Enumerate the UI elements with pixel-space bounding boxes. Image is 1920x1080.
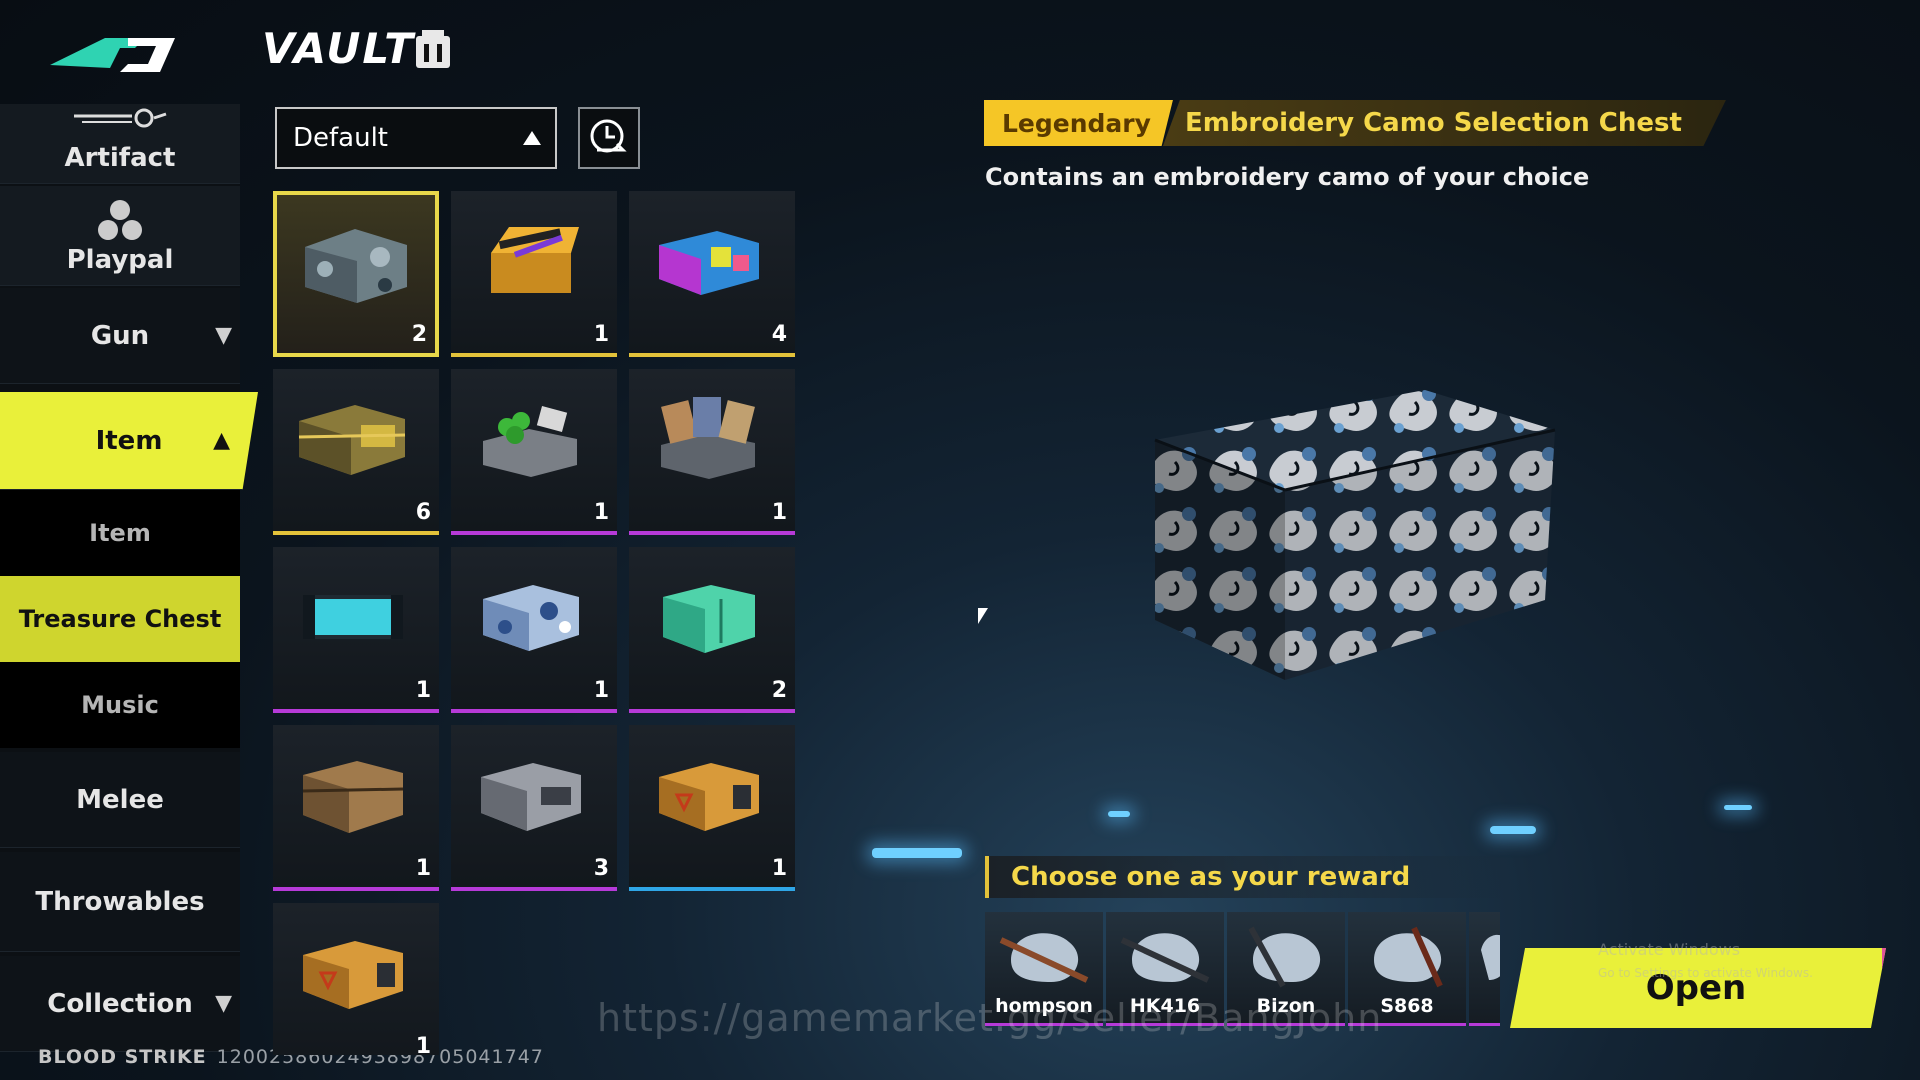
grid-item[interactable]: 1 xyxy=(451,191,617,357)
sidebar-subitem-item[interactable]: Item xyxy=(0,490,240,576)
item-quantity: 2 xyxy=(771,678,787,703)
rarity-tag: Legendary xyxy=(984,100,1173,146)
item-quantity: 1 xyxy=(415,1034,431,1055)
item-quantity: 1 xyxy=(415,678,431,703)
sidebar-label: Playpal xyxy=(66,245,174,275)
floor-light xyxy=(1490,826,1536,834)
sort-dropdown[interactable]: Default xyxy=(275,107,557,169)
sidebar-item-gun[interactable]: Gun ▼ xyxy=(0,288,240,384)
sidebar-label: Collection xyxy=(47,988,193,1019)
sidebar-sublabel: Item xyxy=(89,519,151,547)
grid-item[interactable]: 1 xyxy=(629,369,795,535)
sidebar-item-melee[interactable]: Melee xyxy=(0,752,240,848)
sidebar-item-playpal[interactable]: Playpal xyxy=(0,186,240,286)
sidebar-label: Throwables xyxy=(35,886,205,917)
teal-chest-icon xyxy=(663,585,755,653)
caret-up-icon xyxy=(523,131,541,145)
floor-light xyxy=(1108,811,1130,817)
item-grid: 2 1 4 6 1 1 1 1 2 1 3 1 1 xyxy=(273,191,798,1055)
sidebar-label: Item xyxy=(95,425,163,456)
card-chest-icon xyxy=(661,397,755,479)
camo-gun-icon xyxy=(1248,926,1321,988)
open-button[interactable]: Open xyxy=(1510,948,1886,1028)
item-quantity: 1 xyxy=(593,322,609,347)
orange-chest-icon xyxy=(659,763,759,831)
sidebar-item-collection[interactable]: Collection ▼ xyxy=(0,956,240,1052)
grid-item[interactable]: 1 xyxy=(451,547,617,713)
sidebar-label: Melee xyxy=(76,784,164,815)
weapon-crate-icon xyxy=(491,227,579,293)
grid-item[interactable]: 2 xyxy=(629,547,795,713)
mouse-cursor-icon xyxy=(978,608,988,624)
grid-item[interactable]: 3 xyxy=(451,725,617,891)
artifact-icon xyxy=(74,108,167,128)
item-quantity: 1 xyxy=(593,500,609,525)
playpal-icon xyxy=(98,200,142,240)
grid-item[interactable]: 1 xyxy=(451,369,617,535)
activate-windows-sub: Go to Settings to activate Windows. xyxy=(1598,966,1813,980)
grid-item[interactable]: 1 xyxy=(273,903,439,1055)
chevron-down-icon: ▼ xyxy=(215,991,232,1016)
silver-chest-icon xyxy=(481,763,581,831)
grid-item[interactable]: 1 xyxy=(629,725,795,891)
game-name: BLOOD STRIKE xyxy=(38,1046,207,1068)
chevron-up-icon: ▲ xyxy=(213,428,230,453)
item-quantity: 1 xyxy=(593,678,609,703)
sidebar-subitem-treasure-chest[interactable]: Treasure Chest xyxy=(0,576,240,662)
page-title: VAULT xyxy=(262,24,415,73)
item-description: Contains an embroidery camo of your choi… xyxy=(985,163,1590,191)
item-quantity: 1 xyxy=(771,500,787,525)
neon-chest-icon xyxy=(659,231,759,295)
gold-chest-icon xyxy=(298,405,406,475)
chest-preview-image[interactable] xyxy=(1145,380,1565,700)
grid-item[interactable]: 2 xyxy=(273,191,439,357)
sidebar-sublabel: Music xyxy=(81,691,159,719)
reward-option[interactable] xyxy=(1469,912,1500,1026)
sidebar-item-throwables[interactable]: Throwables xyxy=(0,852,240,952)
blue-camo-chest-icon xyxy=(483,585,579,651)
item-quantity: 3 xyxy=(593,856,609,881)
blood-strike-logo-icon[interactable] xyxy=(50,30,175,75)
cyan-chest-icon xyxy=(303,595,403,639)
chevron-down-icon: ▼ xyxy=(215,323,232,348)
item-quantity: 6 xyxy=(415,500,431,525)
activate-windows-title: Activate Windows xyxy=(1598,940,1741,959)
bronze-chest-icon xyxy=(302,761,404,833)
sidebar-item-item[interactable]: Item ▲ xyxy=(0,392,258,490)
camo-gun-icon xyxy=(1120,933,1210,983)
grid-item[interactable]: 1 xyxy=(273,725,439,891)
floor-light xyxy=(1724,805,1752,810)
camo-chest-icon xyxy=(305,229,407,303)
history-button[interactable] xyxy=(578,107,640,169)
clover-chest-icon xyxy=(483,405,577,477)
sidebar-sublabel: Treasure Chest xyxy=(18,605,222,633)
item-quantity: 2 xyxy=(411,322,427,347)
grid-item[interactable]: 4 xyxy=(629,191,795,357)
reward-section-title: Choose one as your reward xyxy=(985,856,1505,898)
sidebar-subitem-music[interactable]: Music xyxy=(0,662,240,748)
rarity-banner: Legendary Embroidery Camo Selection Ches… xyxy=(984,100,1726,146)
camo-gun-icon xyxy=(999,933,1089,983)
vault-box-icon xyxy=(416,30,450,68)
top-bar: VAULT xyxy=(0,0,1920,104)
item-quantity: 1 xyxy=(771,856,787,881)
history-clock-icon xyxy=(590,119,627,153)
watermark: https://gamemarket.gg/seller/BangJohn xyxy=(597,996,1383,1040)
sidebar-item-artifact[interactable]: Artifact xyxy=(0,104,240,184)
grid-item[interactable]: 6 xyxy=(273,369,439,535)
orange-chest-icon xyxy=(303,941,403,1009)
camo-gun-icon xyxy=(1481,935,1500,980)
item-quantity: 4 xyxy=(771,322,787,347)
camo-gun-icon xyxy=(1374,926,1443,988)
sort-value: Default xyxy=(293,123,388,153)
grid-item[interactable]: 1 xyxy=(273,547,439,713)
item-name: Embroidery Camo Selection Chest xyxy=(1162,100,1726,146)
item-quantity: 1 xyxy=(415,856,431,881)
floor-light xyxy=(872,848,962,858)
sidebar-label: Gun xyxy=(90,320,150,351)
sidebar-label: Artifact xyxy=(64,143,176,173)
